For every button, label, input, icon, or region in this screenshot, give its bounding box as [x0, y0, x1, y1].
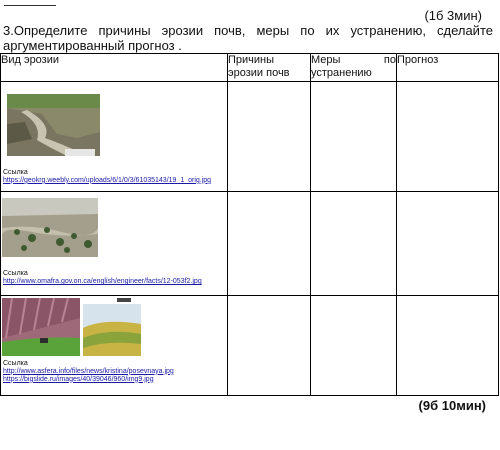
erosion-cell-2: Ссылка http://www.omafra.gov.on.ca/engli…: [0, 191, 228, 296]
erosion-cell-1: Ссылка https://geokrg.weebly.com/uploads…: [0, 80, 228, 193]
gully-erosion-photo: [7, 93, 100, 156]
table-row: Ссылка https://geokrg.weebly.com/uploads…: [0, 80, 499, 193]
link-caption: Ссылка: [3, 168, 28, 176]
forecast-cell-1[interactable]: [396, 80, 499, 193]
causes-cell-2[interactable]: [227, 191, 311, 296]
header-measures: Меры по устранению: [310, 53, 397, 82]
table-header-row: Вид эрозии Причины эрозии почв Меры по у…: [0, 53, 499, 82]
forecast-cell-3[interactable]: [396, 294, 499, 397]
header-measures-word2: по: [383, 54, 396, 66]
causes-cell-1[interactable]: [227, 80, 311, 193]
question-text: 3.Определите причины эрозии почв, меры п…: [3, 23, 493, 53]
wind-erosion-photo: [2, 198, 98, 258]
measures-cell-1[interactable]: [310, 80, 397, 193]
table-row: Ссылка http://www.omafra.gov.on.ca/engli…: [0, 191, 499, 296]
task-score: (1б 3мин): [424, 8, 482, 23]
header-measures-word3: устранению: [311, 67, 372, 79]
header-forecast: Прогноз: [396, 53, 499, 82]
table-row: Ссылка http://www.asfera.info/files/news…: [0, 294, 499, 397]
total-score: (9б 10мин): [418, 398, 486, 413]
erosion-table: Вид эрозии Причины эрозии почв Меры по у…: [0, 53, 499, 397]
header-measures-word1: Меры: [311, 54, 341, 66]
link-caption: Ссылка: [3, 270, 28, 278]
causes-cell-3[interactable]: [227, 294, 311, 397]
source-link[interactable]: http://www.asfera.info/files/news/kristi…: [1, 368, 227, 376]
measures-cell-3[interactable]: [310, 294, 397, 397]
source-link[interactable]: https://geokrg.weebly.com/uploads/6/1/0/…: [1, 177, 227, 185]
forecast-cell-2[interactable]: [396, 191, 499, 296]
link-caption: Ссылка: [3, 359, 28, 367]
field-erosion-photo: [83, 297, 141, 356]
top-rule: [4, 5, 56, 6]
header-erosion-type: Вид эрозии: [0, 53, 228, 82]
erosion-cell-3: Ссылка http://www.asfera.info/files/news…: [0, 294, 228, 397]
measures-cell-2[interactable]: [310, 191, 397, 296]
slope-erosion-photo: [2, 297, 80, 356]
source-link[interactable]: https://bigslide.ru/images/40/39046/960/…: [1, 376, 227, 384]
header-causes: Причины эрозии почв: [227, 53, 311, 82]
source-link[interactable]: http://www.omafra.gov.on.ca/english/engi…: [1, 278, 227, 286]
